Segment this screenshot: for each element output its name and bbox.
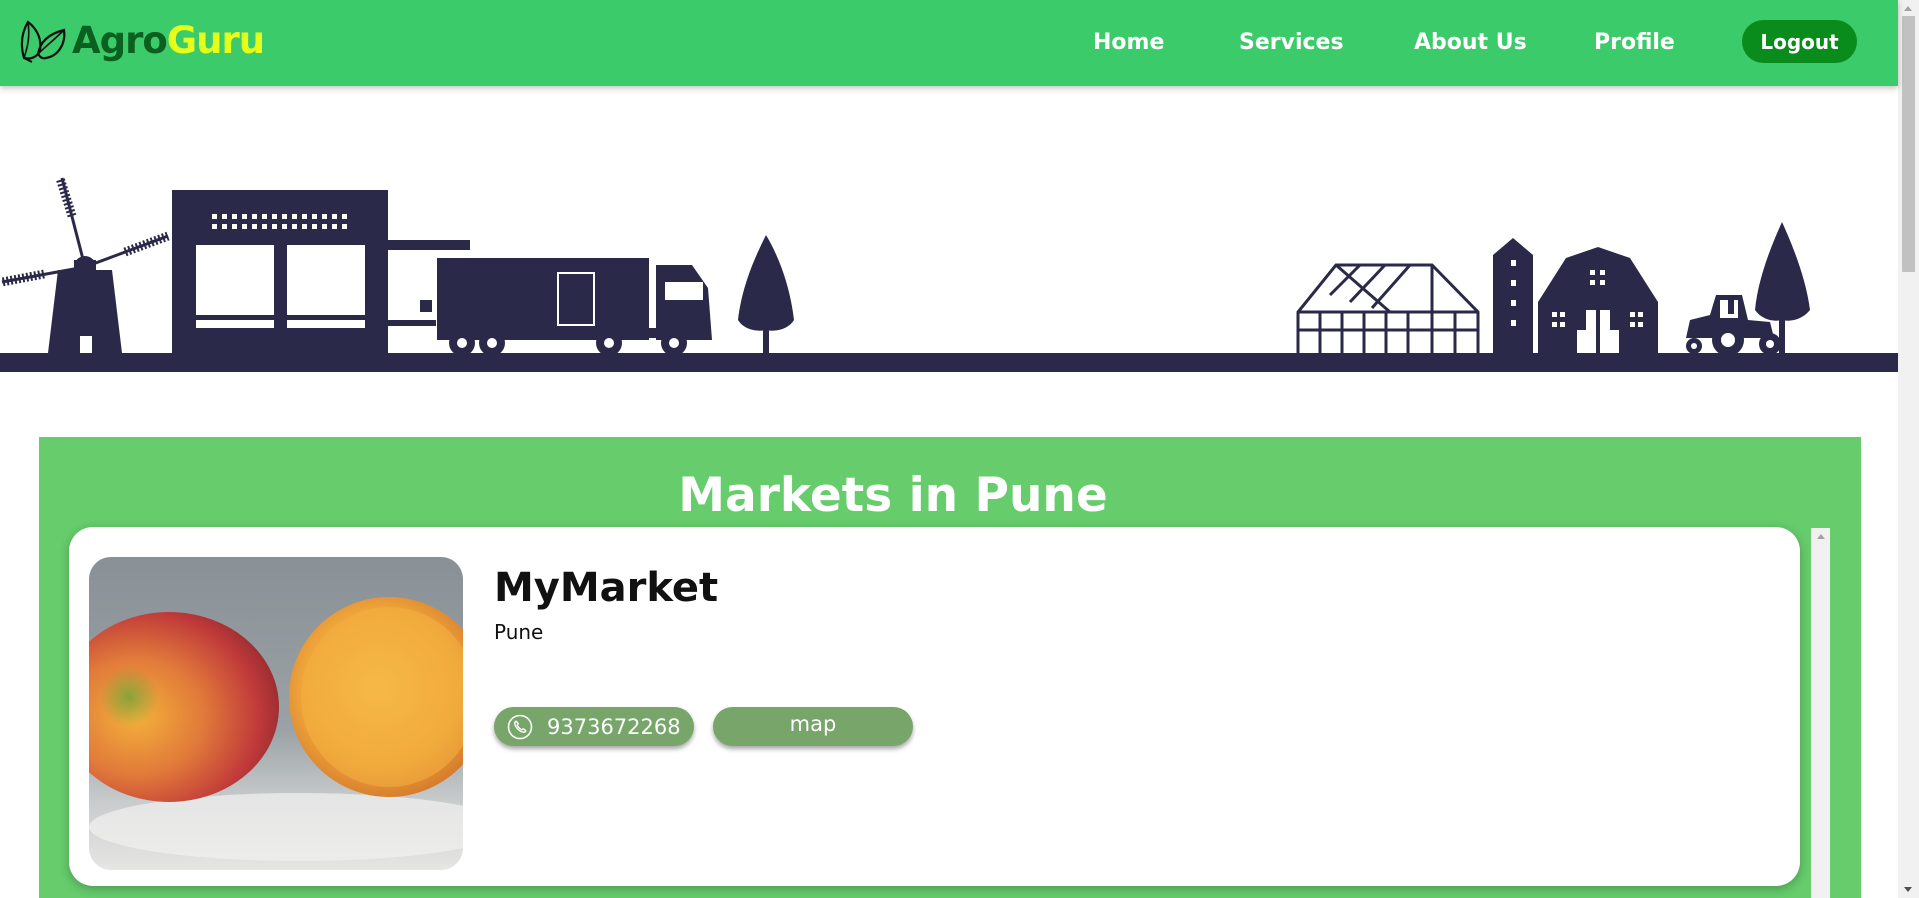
market-card: MyMarket Pune 9373672268 map [69, 527, 1800, 886]
brand-logo[interactable]: AgroGuru [18, 14, 265, 66]
nav-profile-link[interactable]: Profile [1594, 29, 1675, 57]
nav-services-link[interactable]: Services [1239, 29, 1344, 57]
tree-illustration [738, 235, 794, 353]
nav-about-link[interactable]: About Us [1414, 29, 1527, 57]
nav-home-link[interactable]: Home [1093, 29, 1164, 57]
scrollbar-thumb[interactable] [1902, 16, 1915, 272]
barn-illustration [1538, 247, 1658, 353]
market-city: Pune [494, 620, 544, 644]
mango-image [89, 557, 463, 870]
page-scrollbar[interactable] [1898, 0, 1919, 898]
phone-number: 9373672268 [547, 714, 681, 739]
call-phone-button[interactable]: 9373672268 [494, 707, 694, 746]
market-photo [89, 557, 463, 870]
brand-name-part1: Agro [72, 18, 168, 62]
scroll-up-arrow-icon[interactable] [1817, 534, 1825, 539]
truck-illustration [437, 258, 712, 356]
greenhouse-illustration [1296, 263, 1480, 353]
phone-icon [507, 714, 533, 739]
farm-banner-illustration [0, 176, 1898, 372]
brand-name-part2: Guru [166, 18, 265, 62]
top-navbar: AgroGuru Home Services About Us Profile … [0, 0, 1898, 86]
markets-list-scrollbar[interactable] [1811, 528, 1830, 898]
map-button[interactable]: map [713, 707, 913, 746]
scroll-up-arrow-icon[interactable] [1904, 6, 1912, 11]
logout-button[interactable]: Logout [1742, 20, 1857, 63]
windmill-illustration [1, 176, 170, 353]
brand-name: AgroGuru [72, 18, 265, 62]
market-name: MyMarket [494, 565, 719, 611]
warehouse-illustration [172, 190, 470, 353]
silo-illustration [1493, 238, 1533, 353]
scroll-down-arrow-icon[interactable] [1904, 887, 1912, 892]
section-title: Markets in Pune [678, 468, 1108, 523]
leaf-icon [20, 20, 66, 63]
